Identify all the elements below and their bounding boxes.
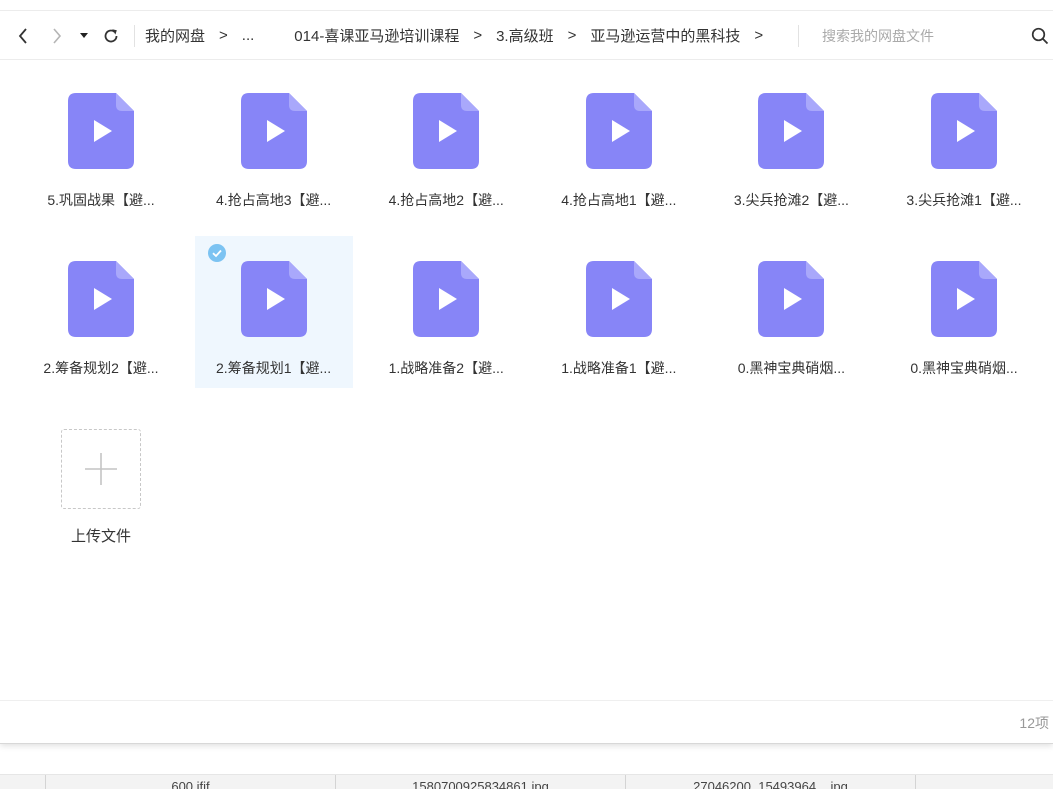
search-icon[interactable] [1031, 27, 1049, 45]
video-file-icon [68, 93, 134, 169]
chevron-right-icon [53, 27, 62, 44]
upload-button[interactable] [61, 429, 141, 509]
file-name: 0.黑神宝典硝烟... [910, 360, 1018, 376]
video-file-icon [585, 93, 652, 169]
file-item[interactable]: 4.抢占高地2【避... [367, 68, 525, 220]
file-name: 2.筹备规划1【避... [216, 360, 332, 376]
video-file-icon [758, 93, 825, 169]
window-top-edge [0, 0, 1053, 11]
breadcrumb-separator: > [219, 27, 228, 44]
toolbar-divider [134, 24, 135, 47]
breadcrumb-separator: > [567, 27, 577, 44]
file-item[interactable]: 1.战略准备1【避... [540, 236, 698, 388]
breadcrumb-item-ellipsis[interactable]: ... [242, 27, 255, 44]
breadcrumb-item-level[interactable]: 3.高级班 [496, 25, 554, 46]
plus-icon [85, 453, 117, 485]
search-box [812, 12, 1053, 60]
video-file-icon [413, 93, 480, 169]
file-item[interactable]: 4.抢占高地1【避... [540, 68, 698, 220]
video-file-icon [240, 261, 307, 337]
file-name: 1.战略准备1【避... [561, 360, 677, 376]
breadcrumb: 我的网盘 > ... 014-喜课亚马逊培训课程 > 3.高级班 > 亚马逊运营… [145, 12, 777, 60]
selected-check-icon[interactable] [207, 244, 226, 262]
refresh-icon [104, 28, 118, 42]
item-count: 12项 [1019, 715, 1049, 731]
background-file-cell [915, 775, 1053, 789]
breadcrumb-separator: > [473, 27, 483, 44]
upload-label: 上传文件 [70, 528, 131, 545]
background-file-list: 600.jfif 1580700925834861.jpg 27046200_1… [0, 774, 1053, 789]
search-input[interactable] [812, 28, 1012, 44]
background-file-cell: 1580700925834861.jpg [335, 775, 625, 789]
video-file-icon [68, 261, 134, 337]
file-item[interactable]: 2.筹备规划2【避... [22, 236, 180, 388]
forward-button[interactable] [42, 21, 72, 51]
file-item[interactable]: 3.尖兵抢滩1【避... [885, 68, 1043, 220]
breadcrumb-item-current[interactable]: 亚马逊运营中的黑科技 [590, 25, 740, 46]
file-name: 4.抢占高地1【避... [561, 192, 677, 208]
video-file-icon [413, 261, 480, 337]
file-manager-window: 我的网盘 > ... 014-喜课亚马逊培训课程 > 3.高级班 > 亚马逊运营… [0, 0, 1053, 744]
file-name: 2.筹备规划2【避... [43, 360, 159, 376]
file-name: 3.尖兵抢滩2【避... [733, 192, 849, 208]
video-file-icon [931, 93, 997, 169]
file-name: 1.战略准备2【避... [388, 360, 504, 376]
video-file-icon [931, 261, 997, 337]
file-name: 4.抢占高地2【避... [388, 192, 504, 208]
file-item[interactable]: 2.筹备规划1【避... [194, 236, 353, 388]
file-item[interactable]: 0.黑神宝典硝烟... [885, 236, 1043, 388]
caret-down-icon [80, 32, 88, 38]
status-bar: 12项 [0, 700, 1053, 744]
file-name: 0.黑神宝典硝烟... [737, 360, 846, 376]
background-file-cell: 27046200_15493964....jpg [625, 775, 915, 789]
file-item[interactable]: 5.巩固战果【避... [22, 68, 180, 220]
file-item[interactable]: 0.黑神宝典硝烟... [712, 236, 870, 388]
file-name: 5.巩固战果【避... [47, 192, 155, 208]
chevron-left-icon [18, 27, 27, 44]
search-divider [798, 25, 799, 47]
video-file-icon [758, 261, 825, 337]
file-item[interactable]: 3.尖兵抢滩2【避... [712, 68, 870, 220]
video-file-icon [585, 261, 652, 337]
refresh-button[interactable] [96, 21, 126, 51]
video-file-icon [240, 93, 307, 169]
background-file-cell: 600.jfif [45, 775, 335, 789]
back-button[interactable] [8, 21, 38, 51]
file-name: 3.尖兵抢滩1【避... [906, 192, 1022, 208]
file-item[interactable]: 1.战略准备2【避... [367, 236, 525, 388]
file-name: 4.抢占高地3【避... [216, 192, 332, 208]
breadcrumb-item-root[interactable]: 我的网盘 [145, 25, 205, 46]
history-dropdown-button[interactable] [74, 21, 94, 51]
breadcrumb-item-course[interactable]: 014-喜课亚马逊培训课程 [294, 25, 459, 46]
file-item[interactable]: 4.抢占高地3【避... [195, 68, 353, 220]
breadcrumb-separator: > [754, 27, 764, 44]
